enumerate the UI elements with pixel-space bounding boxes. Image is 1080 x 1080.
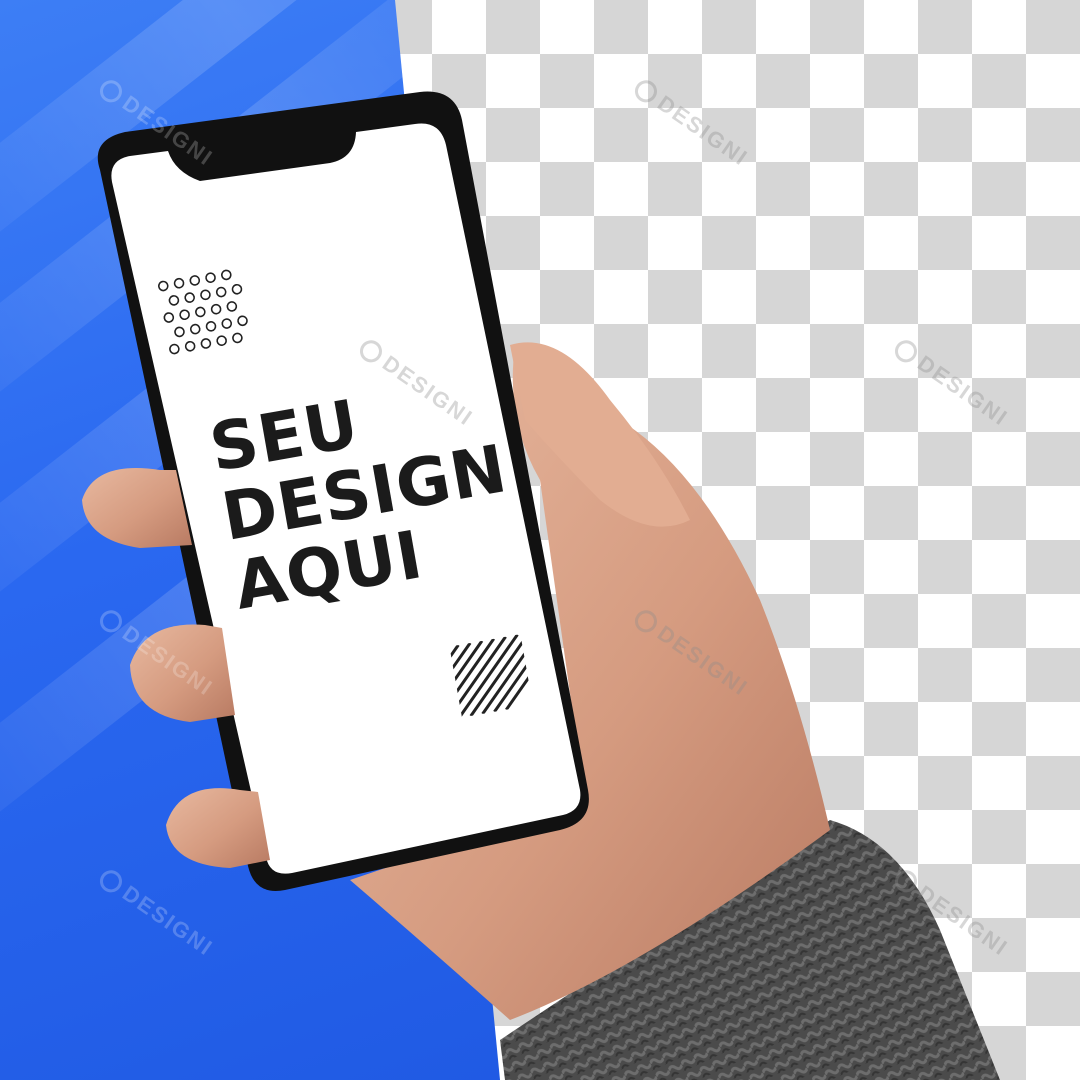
hand-holding-phone xyxy=(82,91,1000,1080)
finger-ring xyxy=(166,788,270,868)
finger-middle xyxy=(130,624,235,722)
finger-index xyxy=(82,468,192,548)
